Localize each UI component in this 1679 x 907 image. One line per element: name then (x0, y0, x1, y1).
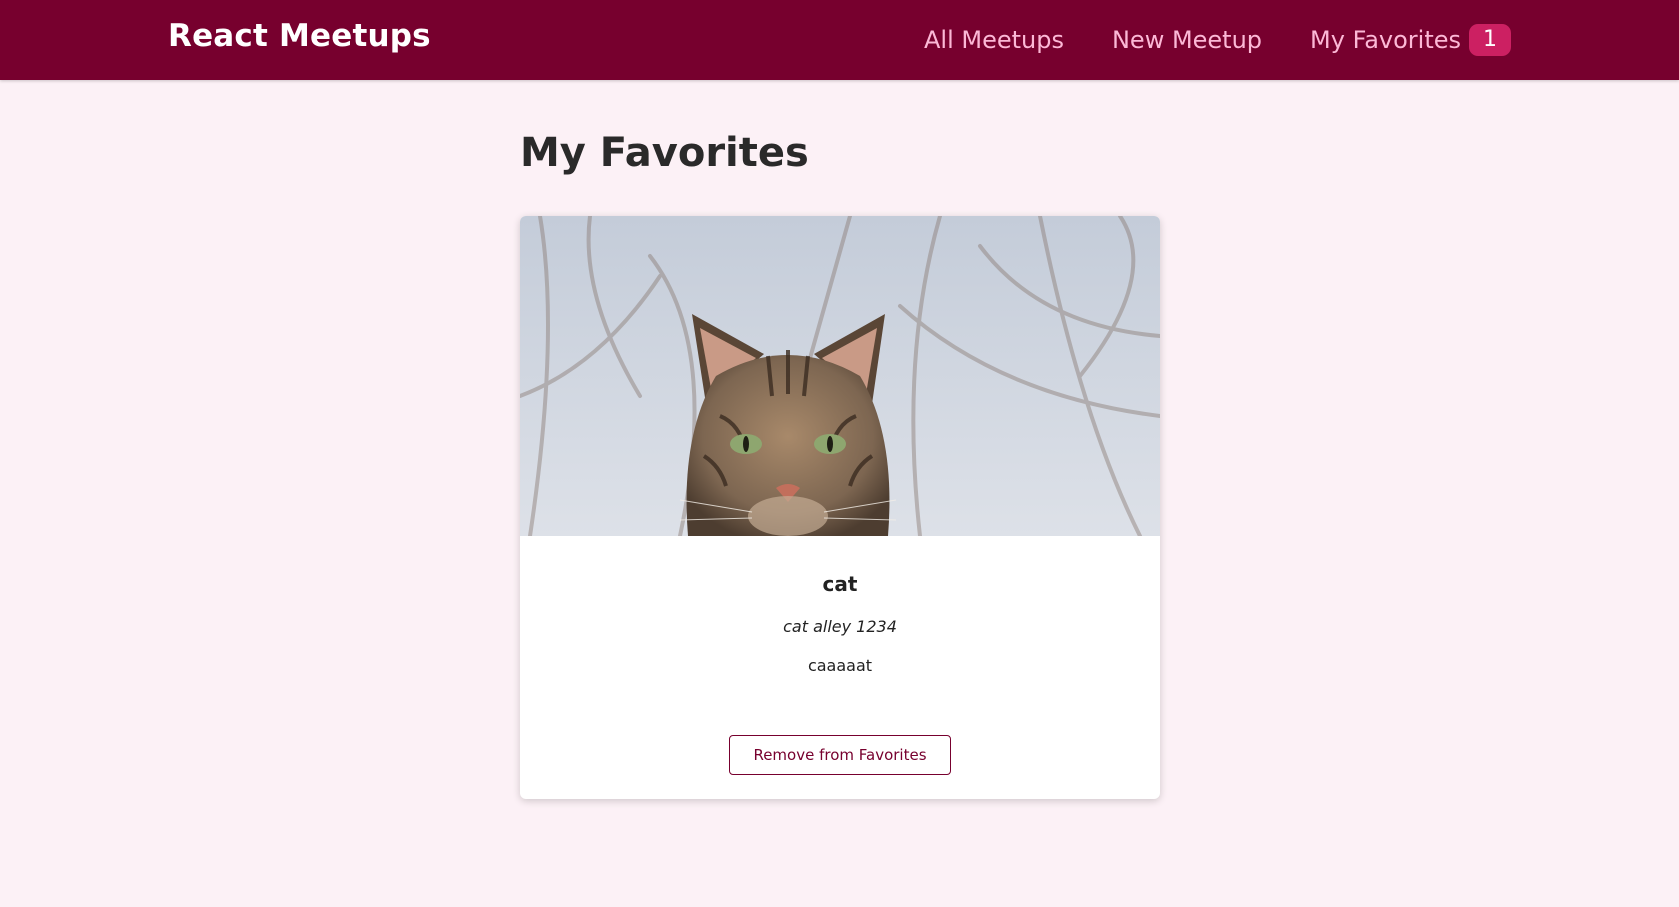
meetup-description: caaaaat (807, 656, 873, 675)
nav-link-all-meetups[interactable]: All Meetups (924, 26, 1064, 54)
meetup-title: cat (822, 572, 858, 596)
main-content: My Favorites cat cat alley 1234 caaaaat … (520, 80, 1160, 799)
nav-link-my-favorites[interactable]: My Favorites 1 (1310, 24, 1511, 56)
remove-from-favorites-button[interactable]: Remove from Favorites (729, 735, 951, 775)
favorites-count-badge: 1 (1469, 24, 1511, 56)
nav-link-my-favorites-label: My Favorites (1310, 26, 1461, 54)
meetup-address: cat alley 1234 (783, 617, 897, 636)
main-header: React Meetups All Meetups New Meetup My … (0, 0, 1679, 80)
meetup-image (520, 216, 1160, 536)
main-nav: All Meetups New Meetup My Favorites 1 (924, 0, 1511, 80)
page-title: My Favorites (520, 130, 809, 176)
meetup-card: cat cat alley 1234 caaaaat Remove from F… (520, 216, 1160, 799)
nav-link-new-meetup[interactable]: New Meetup (1112, 26, 1262, 54)
app-logo[interactable]: React Meetups (168, 18, 431, 54)
